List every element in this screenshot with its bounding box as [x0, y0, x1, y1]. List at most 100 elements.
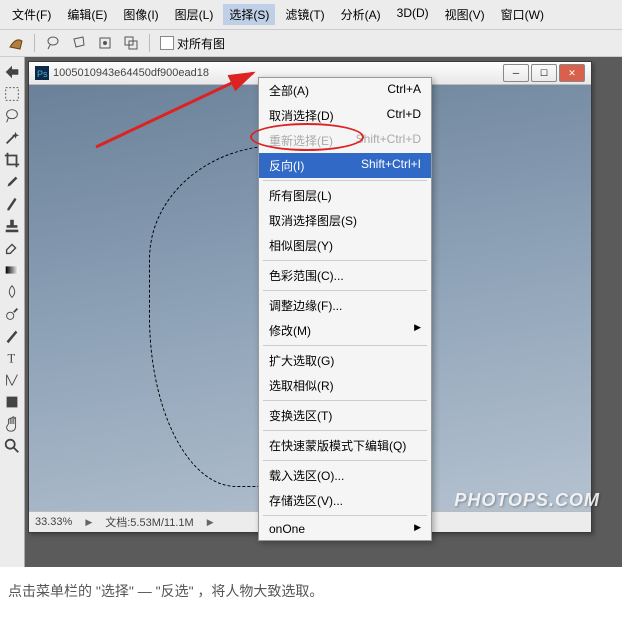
menu-item[interactable]: 存储选区(V)...: [259, 488, 431, 513]
menu-shortcut: Shift+Ctrl+D: [356, 132, 421, 149]
mag-lasso-icon[interactable]: [97, 35, 113, 51]
poly-lasso-icon[interactable]: [71, 35, 87, 51]
info-arrow-icon[interactable]: ▶: [204, 517, 217, 528]
separator: [149, 34, 150, 52]
menu-item[interactable]: 全部(A) Ctrl+A: [259, 78, 431, 103]
marquee-tool-icon[interactable]: [2, 84, 22, 104]
menu-item[interactable]: 窗口(W): [495, 4, 550, 25]
eyedrop-tool-icon[interactable]: [2, 172, 22, 192]
menubar: 文件(F)编辑(E)图像(I)图层(L)选择(S)滤镜(T)分析(A)3D(D)…: [0, 0, 622, 30]
wand-tool-icon[interactable]: [2, 128, 22, 148]
stamp-tool-icon[interactable]: [2, 216, 22, 236]
menu-separator: [263, 400, 427, 401]
blur-tool-icon[interactable]: [2, 282, 22, 302]
menu-item[interactable]: 滤镜(T): [279, 4, 330, 25]
menu-item-label: 反向(I): [269, 157, 304, 174]
menu-separator: [263, 515, 427, 516]
menu-item[interactable]: 变换选区(T): [259, 403, 431, 428]
close-button[interactable]: ✕: [559, 64, 585, 82]
menu-item[interactable]: 3D(D): [391, 4, 435, 25]
checkbox-box: [160, 36, 174, 50]
menu-item[interactable]: 在快速蒙版模式下编辑(Q): [259, 433, 431, 458]
menu-item[interactable]: 图像(I): [117, 4, 164, 25]
menu-item-label: 存储选区(V)...: [269, 492, 343, 509]
watermark: PHOTOPS.COM: [454, 490, 600, 511]
brush-tool-icon[interactable]: [2, 194, 22, 214]
menu-item-label: 取消选择(D): [269, 107, 334, 124]
menu-item[interactable]: 选取相似(R): [259, 373, 431, 398]
menu-item[interactable]: 色彩范围(C)...: [259, 263, 431, 288]
menu-item[interactable]: 选择(S): [223, 4, 275, 25]
menu-item-label: 选取相似(R): [269, 377, 334, 394]
pen-tool-icon[interactable]: [2, 326, 22, 346]
workspace: T Ps 1005010943e64450df900ead18 ─ ☐ ✕ 33…: [0, 57, 622, 567]
menu-item-label: 相似图层(Y): [269, 237, 333, 254]
menu-item-label: 扩大选取(G): [269, 352, 334, 369]
menu-separator: [263, 260, 427, 261]
menu-item-label: 取消选择图层(S): [269, 212, 357, 229]
menu-item[interactable]: 载入选区(O)...: [259, 463, 431, 488]
zoom-tool-icon[interactable]: [2, 436, 22, 456]
eraser-tool-icon[interactable]: [2, 238, 22, 258]
checkbox-label: 对所有图: [177, 35, 225, 52]
minimize-button[interactable]: ─: [503, 64, 529, 82]
menu-separator: [263, 180, 427, 181]
intersect-icon[interactable]: [123, 35, 139, 51]
menu-item-label: 重新选择(E): [269, 132, 333, 149]
gradient-tool-icon[interactable]: [2, 260, 22, 280]
menu-item-label: 修改(M): [269, 322, 311, 339]
submenu-arrow-icon: ▶: [414, 322, 421, 339]
options-bar: 对所有图: [0, 30, 622, 57]
menu-item-label: 色彩范围(C)...: [269, 267, 344, 284]
menu-item-label: 全部(A): [269, 82, 309, 99]
text-tool-icon[interactable]: T: [2, 348, 22, 368]
move-tool-icon[interactable]: [2, 62, 22, 82]
menu-item[interactable]: 相似图层(Y): [259, 233, 431, 258]
crop-tool-icon[interactable]: [2, 150, 22, 170]
menu-separator: [263, 345, 427, 346]
separator: [34, 34, 35, 52]
menu-shortcut: Shift+Ctrl+I: [361, 157, 421, 174]
hand-tool-icon[interactable]: [2, 414, 22, 434]
caption-text: 点击菜单栏的 "选择" — "反选" ，将人物大致选取。: [8, 583, 323, 599]
menu-item[interactable]: 取消选择(D)Ctrl+D: [259, 103, 431, 128]
menu-item[interactable]: 扩大选取(G): [259, 348, 431, 373]
menu-item[interactable]: 分析(A): [335, 4, 387, 25]
svg-text:T: T: [8, 352, 16, 366]
dodge-tool-icon[interactable]: [2, 304, 22, 324]
tools-panel: T: [0, 57, 25, 567]
menu-separator: [263, 290, 427, 291]
path-tool-icon[interactable]: [2, 370, 22, 390]
menu-item-label: onOne: [269, 522, 305, 536]
menu-item[interactable]: 编辑(E): [61, 4, 113, 25]
menu-item[interactable]: 修改(M) ▶: [259, 318, 431, 343]
menu-item[interactable]: onOne▶: [259, 518, 431, 540]
ps-icon: Ps: [35, 66, 49, 80]
menu-item-label: 调整边缘(F)...: [269, 297, 342, 314]
menu-separator: [263, 460, 427, 461]
menu-item[interactable]: 图层(L): [169, 4, 220, 25]
sample-all-layers-checkbox[interactable]: 对所有图: [160, 35, 225, 52]
menu-item: 重新选择(E) Shift+Ctrl+D: [259, 128, 431, 153]
zoom-level[interactable]: 33.33%: [35, 516, 72, 528]
menu-item[interactable]: 所有图层(L): [259, 183, 431, 208]
menu-item-label: 变换选区(T): [269, 407, 332, 424]
caption-area: 点击菜单栏的 "选择" — "反选" ，将人物大致选取。: [0, 567, 622, 631]
svg-text:Ps: Ps: [37, 69, 48, 79]
menu-item[interactable]: 反向(I) Shift+Ctrl+I: [259, 153, 431, 178]
lasso-option-icon[interactable]: [45, 35, 61, 51]
select-menu-dropdown: 全部(A) Ctrl+A 取消选择(D)Ctrl+D 重新选择(E) Shift+Ctr…: [258, 77, 432, 541]
lasso-tool-icon[interactable]: [2, 106, 22, 126]
menu-item-label: 载入选区(O)...: [269, 467, 344, 484]
menu-item[interactable]: 调整边缘(F)...: [259, 293, 431, 318]
menu-item[interactable]: 文件(F): [6, 4, 57, 25]
menu-item[interactable]: 取消选择图层(S): [259, 208, 431, 233]
shape-tool-icon[interactable]: [2, 392, 22, 412]
tool-preset-icon[interactable]: [8, 35, 24, 51]
menu-shortcut: Ctrl+A: [387, 82, 421, 99]
menu-item[interactable]: 视图(V): [439, 4, 491, 25]
maximize-button[interactable]: ☐: [531, 64, 557, 82]
zoom-arrow-icon[interactable]: ▶: [82, 517, 95, 528]
menu-item-label: 在快速蒙版模式下编辑(Q): [269, 437, 406, 454]
doc-info[interactable]: 文档:5.53M/11.1M: [105, 514, 193, 530]
